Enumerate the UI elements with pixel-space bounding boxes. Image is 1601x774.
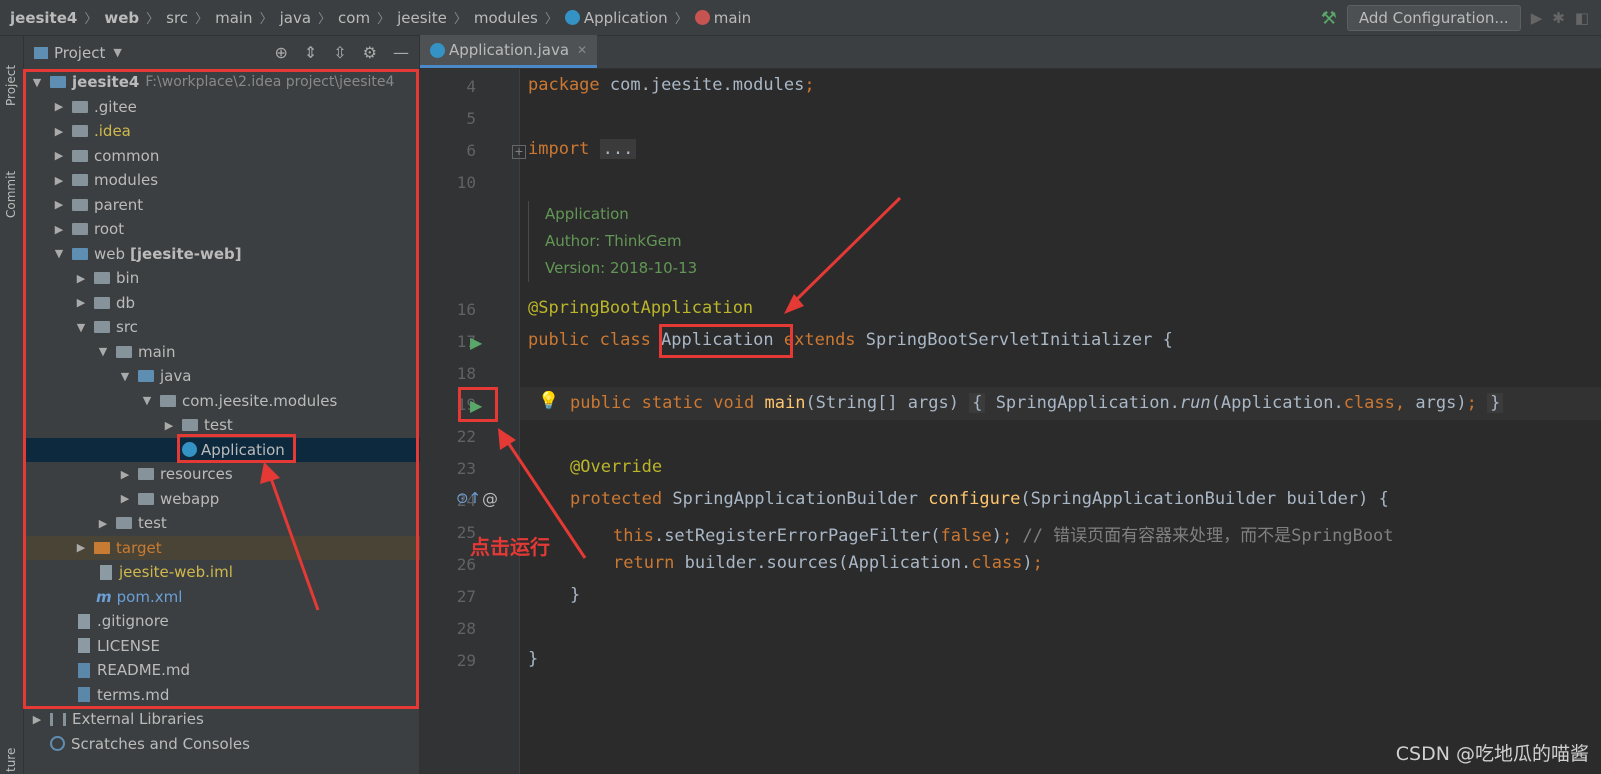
annotation-arrow	[788, 196, 902, 308]
annotation-arrow	[266, 469, 320, 611]
arrow-head	[498, 428, 516, 450]
watermark: CSDN @吃地瓜的喵酱	[1395, 743, 1589, 765]
annotation-arrow	[501, 434, 587, 559]
arrow-head	[260, 462, 280, 484]
annotation-arrows	[260, 196, 902, 611]
